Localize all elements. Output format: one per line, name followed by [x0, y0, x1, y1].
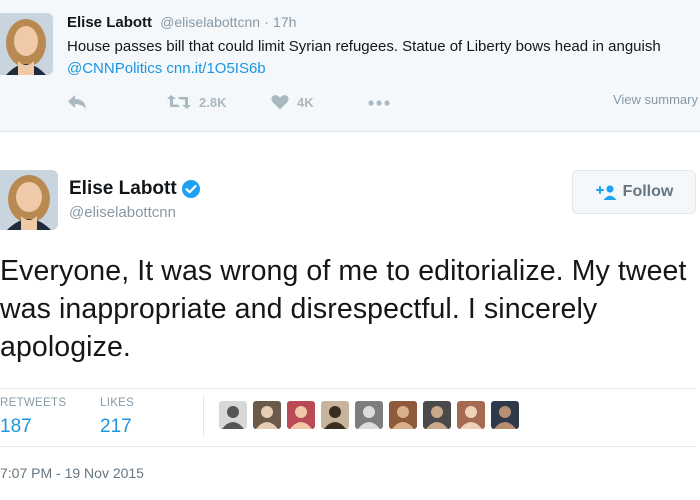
user-avatar-6 — [389, 401, 417, 429]
likes-label: LIKES — [100, 397, 135, 409]
retweets-label: RETWEETS — [0, 397, 67, 409]
follow-user-icon — [595, 185, 617, 200]
likes-value: 217 — [100, 416, 132, 437]
retweet-button[interactable]: 2.8K — [167, 94, 226, 110]
verified-badge-icon — [181, 180, 200, 198]
reply-button[interactable] — [67, 94, 87, 110]
likes-stat[interactable]: LIKES 217 — [100, 396, 134, 438]
user-avatar-1 — [219, 401, 247, 429]
user-avatar-9 — [491, 401, 519, 429]
user-avatar-2 — [253, 401, 281, 429]
author-avatar[interactable] — [0, 170, 58, 230]
context-tweet-actions: 2.8K 4K View summary — [67, 92, 700, 114]
mention-link[interactable]: @CNNPolitics — [67, 60, 162, 77]
retweets-stat[interactable]: RETWEETS 187 — [0, 396, 66, 438]
more-button[interactable] — [367, 95, 391, 111]
liker-avatar[interactable] — [321, 401, 349, 429]
stats-top-divider — [0, 388, 695, 389]
user-avatar-3 — [287, 401, 315, 429]
context-author-handle[interactable]: @eliselabottcnn — [160, 14, 260, 30]
context-avatar[interactable] — [0, 13, 53, 75]
follow-label: Follow — [622, 183, 674, 200]
heart-icon — [271, 95, 289, 110]
context-tweet-time[interactable]: 17h — [273, 14, 296, 30]
retweets-value: 187 — [0, 416, 32, 437]
user-avatar-4 — [321, 401, 349, 429]
avatar-image — [0, 13, 53, 75]
liker-avatar[interactable] — [355, 401, 383, 429]
user-avatar-7 — [423, 401, 451, 429]
liker-avatar[interactable] — [253, 401, 281, 429]
avatar-image — [0, 170, 58, 230]
retweet-icon — [167, 95, 191, 109]
retweet-count: 2.8K — [199, 94, 227, 110]
liker-avatar[interactable] — [287, 401, 315, 429]
author-name[interactable]: Elise Labott — [69, 177, 177, 201]
liker-avatar[interactable] — [457, 401, 485, 429]
context-tweet[interactable]: Elise Labott @eliselabottcnn · 17h House… — [0, 0, 700, 132]
author-handle[interactable]: @eliselabottcnn — [69, 204, 176, 221]
like-button[interactable]: 4K — [271, 94, 314, 110]
stats-bottom-divider — [0, 446, 695, 447]
tweet-timestamp[interactable]: 7:07 PM - 19 Nov 2015 — [0, 465, 144, 481]
more-dots-icon — [368, 100, 390, 106]
stats-separator — [203, 396, 204, 436]
header-separator: · — [264, 14, 269, 30]
liker-avatar[interactable] — [491, 401, 519, 429]
likers-avatars — [219, 401, 525, 429]
view-summary-link[interactable]: View summary — [613, 92, 698, 107]
url-link[interactable]: cnn.it/1O5IS6b — [166, 60, 265, 77]
liker-avatar[interactable] — [423, 401, 451, 429]
context-author-name[interactable]: Elise Labott — [67, 14, 152, 31]
context-tweet-header: Elise Labott @eliselabottcnn · 17h — [67, 12, 296, 33]
context-tweet-text: House passes bill that could limit Syria… — [67, 36, 695, 80]
liker-avatar[interactable] — [219, 401, 247, 429]
liker-avatar[interactable] — [389, 401, 417, 429]
user-avatar-8 — [457, 401, 485, 429]
tweet-text: Everyone, It was wrong of me to editoria… — [0, 255, 687, 363]
user-avatar-5 — [355, 401, 383, 429]
like-count: 4K — [297, 94, 314, 110]
author-name-row: Elise Labott — [69, 177, 201, 201]
reply-icon — [68, 95, 86, 109]
follow-button[interactable]: Follow — [572, 170, 696, 214]
context-tweet-body: House passes bill that could limit Syria… — [67, 38, 661, 55]
